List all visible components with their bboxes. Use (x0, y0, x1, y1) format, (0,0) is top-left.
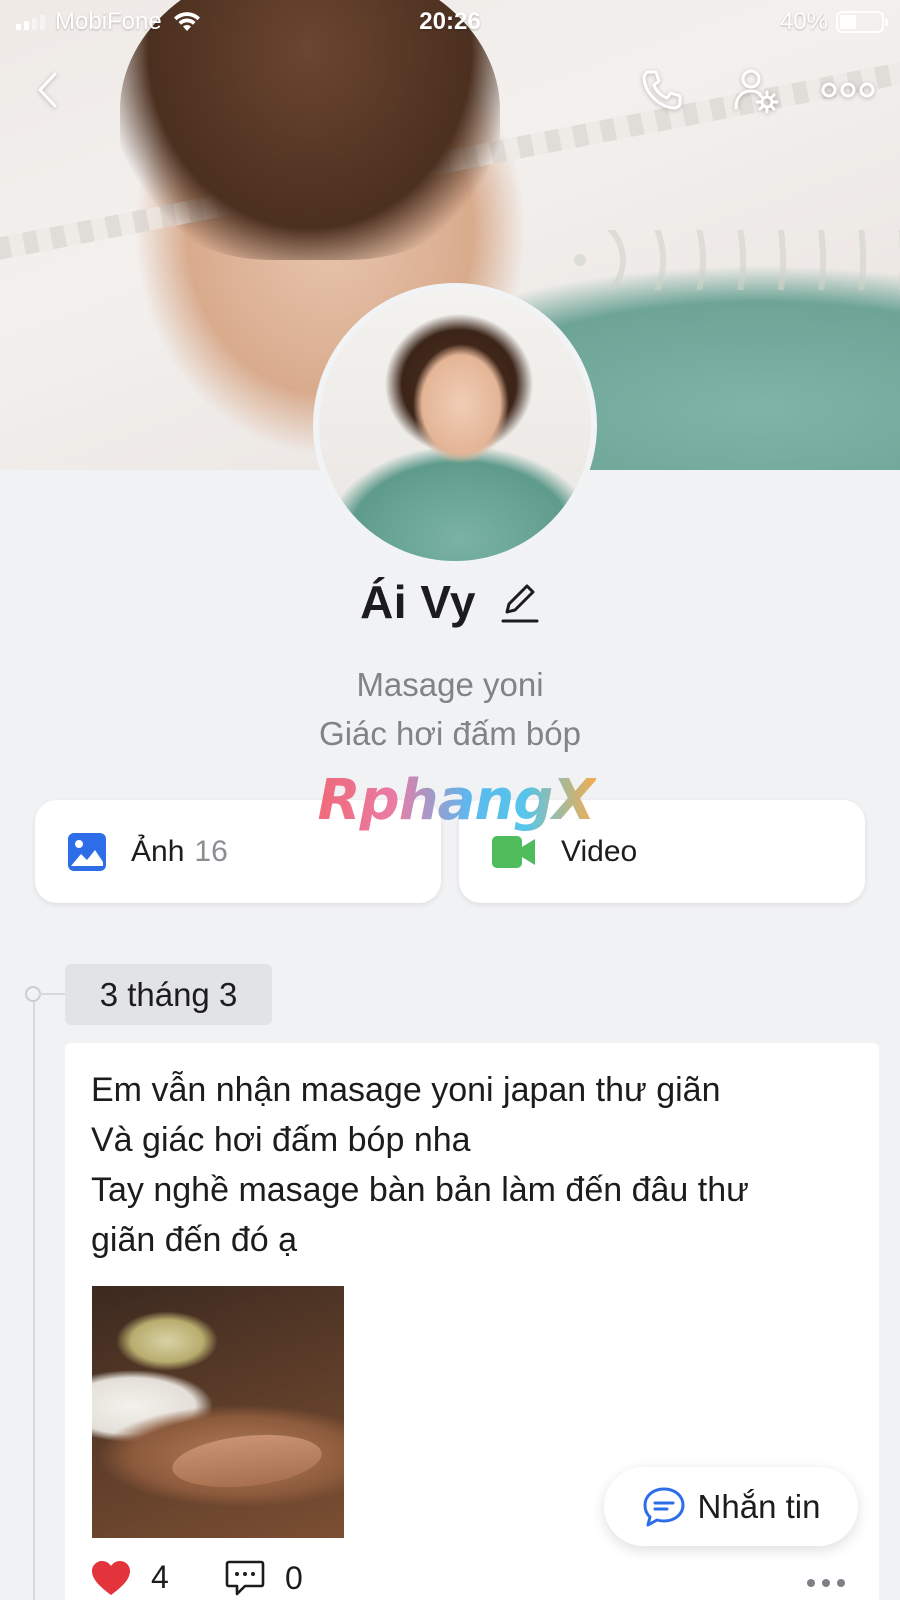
status-bar-right: 40% (779, 8, 888, 36)
battery-icon (836, 11, 888, 33)
profile-name-row: Ái Vy (0, 575, 900, 629)
post-line: Và giác hơi đấm bóp nha (91, 1121, 471, 1159)
post-line: Tay nghề masage bàn bản làm đến đâu thư (91, 1171, 749, 1209)
wifi-icon (173, 12, 200, 31)
carrier-name: MobiFone (55, 8, 162, 35)
message-button[interactable]: Nhắn tin (604, 1467, 858, 1546)
heart-icon (92, 1560, 130, 1595)
battery-level (840, 15, 856, 29)
post-text: Em vẫn nhận masage yoni japan thư giãn V… (91, 1065, 851, 1265)
status-bar: MobiFone 20:26 40% (0, 0, 900, 44)
timeline-dot (25, 986, 65, 1002)
photos-count: 16 (194, 834, 228, 868)
timeline-date: 3 tháng 3 (65, 964, 272, 1025)
photos-label: Ảnh (131, 834, 185, 868)
bio-line: Masage yoni (356, 666, 544, 703)
pencil-icon (501, 584, 539, 623)
video-camera-icon (492, 835, 535, 868)
phone-icon (642, 70, 682, 110)
post-more-button[interactable] (807, 1579, 845, 1587)
call-button[interactable] (632, 60, 692, 120)
bio-line: Giác hơi đấm bóp (319, 715, 581, 752)
top-nav (0, 60, 900, 120)
battery-percent: 40% (779, 8, 828, 35)
timeline-line (33, 1000, 35, 1600)
profile-bio: Masage yoni Giác hơi đấm bóp (0, 660, 900, 758)
comment-button[interactable]: 0 (225, 1559, 303, 1597)
profile-settings-button[interactable] (726, 60, 786, 120)
image-icon (68, 832, 106, 871)
edit-name-button[interactable] (498, 580, 540, 624)
post-actions: 4 0 (91, 1559, 851, 1600)
watermark-logo: RphangX (317, 768, 596, 833)
user-settings-icon (734, 69, 779, 114)
photos-label-wrap: Ảnh 16 (131, 835, 228, 869)
more-options-button[interactable] (818, 60, 878, 120)
like-button[interactable]: 4 (91, 1559, 169, 1596)
chevron-left-icon (38, 72, 57, 108)
status-bar-left: MobiFone (16, 8, 202, 36)
post-line: giãn đến đó ạ (91, 1221, 298, 1259)
signal-strength-icon (16, 14, 45, 30)
comment-icon (225, 1560, 265, 1596)
post-image[interactable] (92, 1286, 344, 1538)
chat-bubble-icon (643, 1487, 685, 1526)
post-image-detail (169, 1428, 325, 1494)
cover-photo-pattern (560, 230, 900, 290)
message-label: Nhắn tin (697, 1487, 821, 1525)
post-line: Em vẫn nhận masage yoni japan thư giãn (91, 1071, 721, 1109)
like-count: 4 (151, 1559, 169, 1595)
profile-avatar[interactable] (313, 283, 597, 567)
more-horizontal-icon (821, 82, 875, 98)
video-label: Video (561, 834, 638, 868)
back-button[interactable] (18, 60, 78, 120)
comment-count: 0 (285, 1559, 303, 1596)
profile-name: Ái Vy (360, 576, 476, 628)
